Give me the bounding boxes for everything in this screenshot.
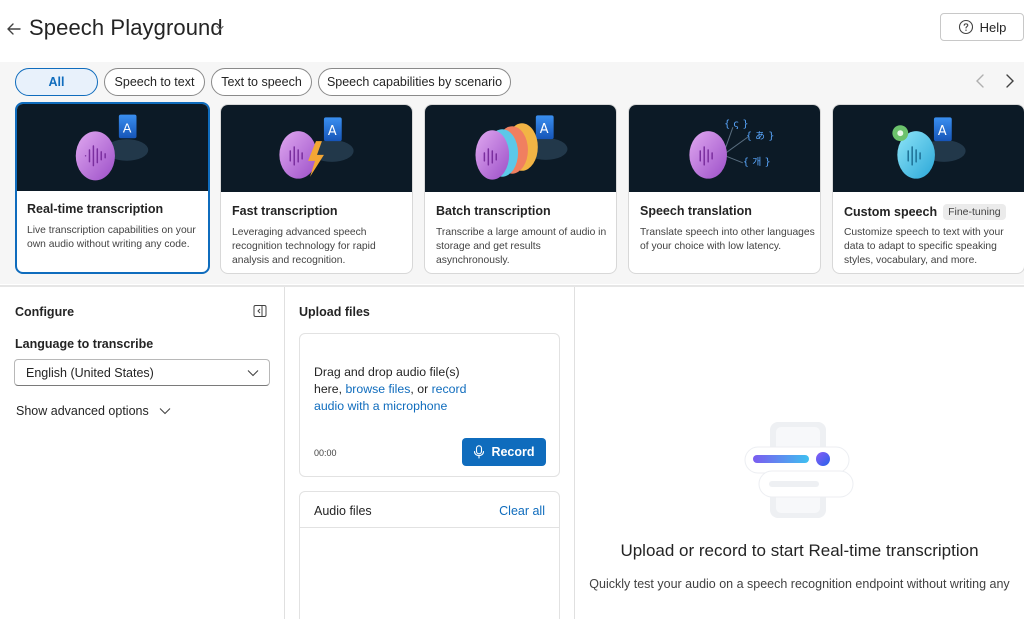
fast-speech-icon: A [279, 117, 354, 179]
browse-files-link[interactable]: browse files [345, 382, 410, 396]
translation-icon: { ς } { あ } { 개 } [689, 119, 775, 179]
svg-text:A: A [123, 121, 132, 136]
language-label: Language to transcribe [15, 337, 154, 351]
record-timer: 00:00 [314, 448, 337, 458]
scenario-area: All Speech to text Text to speech Speech… [0, 62, 1024, 284]
carousel-next-icon[interactable] [1000, 72, 1018, 90]
card-title: Fast transcription [232, 204, 338, 218]
card-description: Translate speech into other languages of… [640, 227, 815, 252]
microphone-speech-icon: A [75, 114, 149, 181]
card-description: Customize speech to text with your data … [844, 227, 1004, 266]
card-description: Live transcription capabilities on your … [27, 225, 196, 250]
card-illustration: A [425, 105, 616, 192]
card-title: Batch transcription [436, 204, 551, 218]
language-select[interactable]: English (United States) [14, 359, 270, 386]
svg-text:{ あ }: { あ } [746, 130, 775, 142]
filter-all[interactable]: All [15, 68, 98, 96]
show-advanced-options-toggle[interactable]: Show advanced options [16, 404, 171, 418]
result-pane: Upload or record to start Real-time tran… [575, 287, 1024, 619]
help-icon [958, 19, 973, 35]
carousel-prev-icon[interactable] [972, 72, 990, 90]
drop-text-middle: , or [410, 382, 432, 396]
language-select-value: English (United States) [26, 366, 154, 380]
card-title-text: Custom speech [844, 205, 938, 219]
phone-chat-illustration [744, 422, 854, 518]
chevron-down-icon [247, 370, 259, 377]
card-title: Real-time transcription [27, 202, 164, 216]
help-button[interactable]: Help [940, 13, 1024, 41]
svg-text:A: A [938, 124, 947, 139]
chevron-down-icon [159, 408, 171, 415]
advanced-options-label: Show advanced options [16, 404, 149, 418]
configure-pane: Configure Language to transcribe English… [0, 287, 285, 619]
card-illustration: { ς } { あ } { 개 } [629, 105, 820, 192]
page-title: Speech Playground [29, 15, 223, 40]
header: Speech Playground Help [0, 0, 1024, 62]
empty-state-subtitle: Quickly test your audio on a speech reco… [589, 577, 1010, 591]
help-label: Help [979, 19, 1007, 35]
fine-tuning-badge: Fine-tuning [943, 204, 1006, 220]
card-description: Leveraging advanced speech recognition t… [232, 227, 376, 266]
svg-text:{ ς }: { ς } [724, 119, 749, 130]
card-description: Transcribe a large amount of audio in st… [436, 227, 607, 266]
audio-files-header: Audio files Clear all [300, 492, 559, 528]
card-title: Custom speech Fine-tuning [844, 204, 1006, 220]
card-title: Speech translation [640, 204, 752, 218]
record-button[interactable]: Record [462, 438, 546, 466]
scenario-card-custom-speech[interactable]: A Custom speech Fine-tuning Customize sp… [832, 104, 1024, 274]
filter-speech-capabilities-by-scenario[interactable]: Speech capabilities by scenario [318, 68, 511, 96]
filter-speech-to-text[interactable]: Speech to text [104, 68, 205, 96]
record-label: Record [491, 445, 535, 459]
dropzone-instructions: Drag and drop audio file(s) here, browse… [314, 364, 474, 415]
audio-files-panel: Audio files Clear all [299, 491, 560, 619]
scenario-card-batch-transcription[interactable]: A Batch transcription Transcribe a large… [424, 104, 617, 274]
collapse-panel-icon[interactable] [253, 304, 267, 318]
chevron-down-icon[interactable] [214, 22, 226, 34]
scenario-card-speech-translation[interactable]: { ς } { あ } { 개 } Speech translation Tra… [628, 104, 821, 274]
card-illustration: A [221, 105, 412, 192]
card-illustration: A [17, 104, 208, 191]
batch-speech-icon: A [475, 115, 568, 180]
audio-files-title: Audio files [314, 504, 372, 518]
svg-text:A: A [328, 124, 337, 139]
filter-text-to-speech[interactable]: Text to speech [211, 68, 312, 96]
microphone-icon [474, 445, 485, 459]
clear-all-link[interactable]: Clear all [499, 504, 545, 518]
scenario-card-real-time-transcription[interactable]: A Real-time transcription Live transcrip… [15, 102, 210, 274]
scenario-card-fast-transcription[interactable]: A Fast transcription Leveraging advanced… [220, 104, 413, 274]
upload-pane: Upload files Drag and drop audio file(s)… [285, 287, 575, 619]
svg-text:{ 개 }: { 개 } [743, 156, 771, 168]
svg-text:A: A [540, 122, 549, 137]
card-illustration: A [833, 105, 1024, 192]
audio-dropzone[interactable]: Drag and drop audio file(s) here, browse… [299, 333, 560, 477]
configure-heading: Configure [15, 305, 75, 319]
custom-speech-icon: A [892, 117, 966, 179]
empty-state-title: Upload or record to start Real-time tran… [620, 541, 979, 560]
back-arrow-icon[interactable] [4, 19, 24, 39]
upload-heading: Upload files [299, 305, 370, 319]
